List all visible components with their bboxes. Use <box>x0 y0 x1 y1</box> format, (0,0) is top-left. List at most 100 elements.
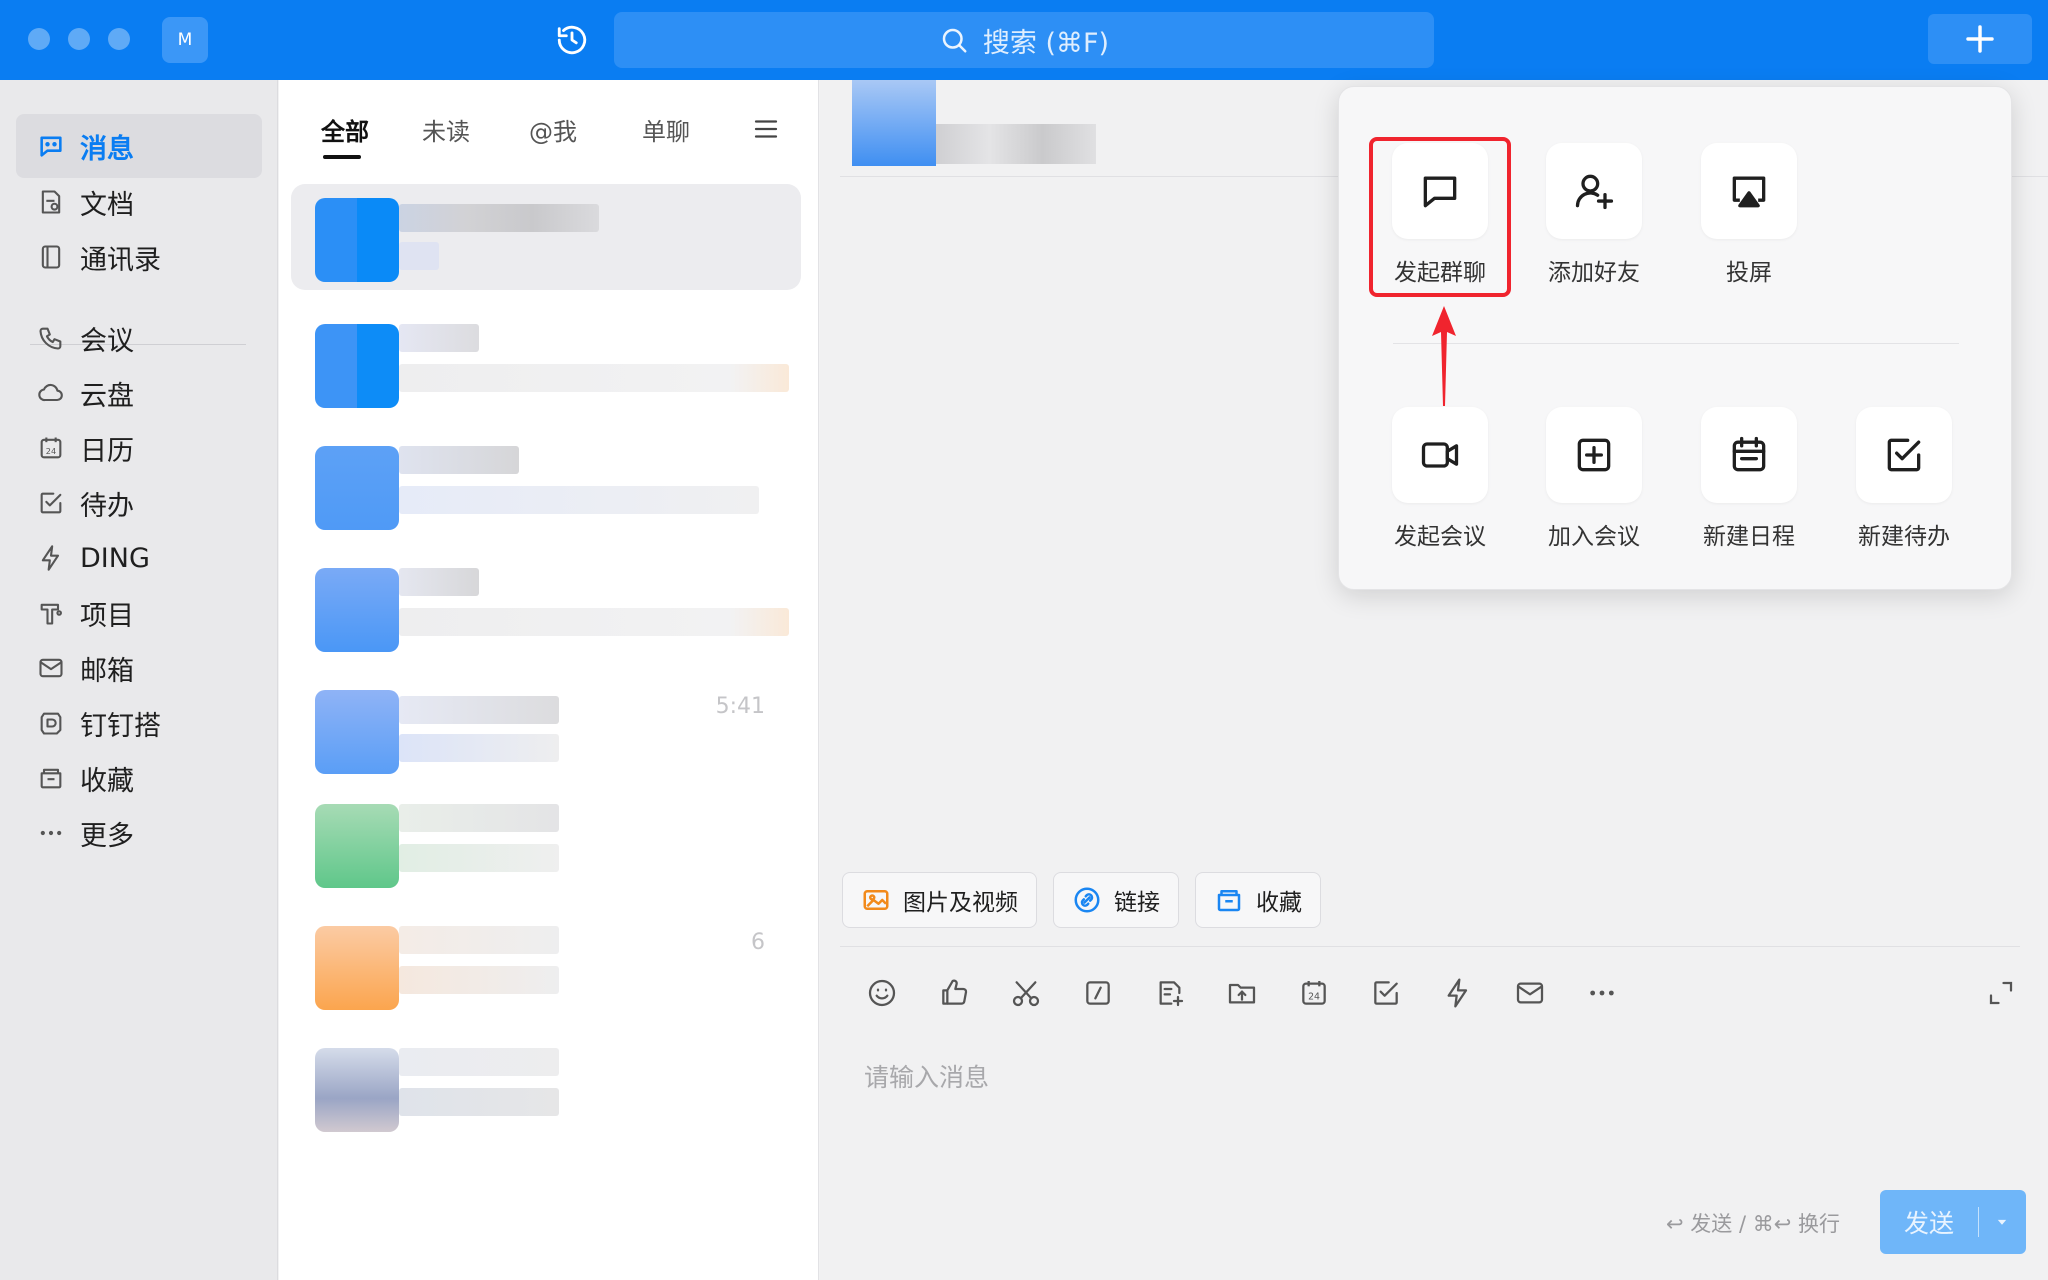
message-time: 5:41 <box>715 694 765 719</box>
schedule-button[interactable]: 24 <box>1292 970 1336 1016</box>
new-doc-button[interactable] <box>1148 970 1192 1016</box>
chat-header-title <box>936 124 1096 164</box>
tab-all[interactable]: 全部 <box>321 112 369 147</box>
sidebar-item-label: 更多 <box>80 820 134 852</box>
more-tools-button[interactable] <box>1580 970 1624 1016</box>
avatar <box>315 198 399 282</box>
calendar-24-icon: 24 <box>1302 981 1326 1005</box>
chat-header-avatar <box>852 80 936 166</box>
popup-item-label: 投屏 <box>1726 260 1772 286</box>
check-square-icon <box>1374 981 1398 1005</box>
sidebar-item-contacts[interactable]: 通讯录 <box>16 225 262 289</box>
sidebar-item-label: 项目 <box>80 600 134 632</box>
expand-composer-button[interactable] <box>1978 970 2024 1016</box>
cloud-icon <box>36 378 66 408</box>
message-input[interactable]: 请输入消息 <box>864 1058 989 1094</box>
thumbs-up-icon <box>942 979 968 1005</box>
dingda-icon <box>36 708 66 738</box>
link-icon <box>1072 885 1102 915</box>
svg-text:24: 24 <box>1308 992 1320 1003</box>
avatar <box>315 804 399 888</box>
calendar-icon: 24 <box>36 433 66 463</box>
tab-direct[interactable]: 单聊 <box>642 112 690 147</box>
search-placeholder: 搜索 (⌘F) <box>982 27 1110 59</box>
popup-item-label: 新建待办 <box>1858 524 1950 550</box>
list-item[interactable] <box>291 1034 801 1140</box>
popup-divider <box>1393 343 1959 344</box>
send-shortcut-hint: ↩ 发送 / ⌘↩ 换行 <box>1666 1212 1840 1236</box>
search-bar[interactable]: 搜索 (⌘F) <box>614 12 1434 68</box>
mail-icon <box>1516 982 1544 1004</box>
project-icon <box>36 598 66 628</box>
screen-cast-icon <box>1701 143 1797 239</box>
conversation-tabs: 全部 未读 @我 单聊 <box>279 80 819 160</box>
title-bar: M 搜索 (⌘F) <box>0 0 2048 80</box>
add-friend-button[interactable]: 添加好友 <box>1529 143 1659 287</box>
join-meeting-button[interactable]: 加入会议 <box>1529 407 1659 551</box>
sidebar-item-more[interactable]: 更多 <box>16 801 262 865</box>
chip-links[interactable]: 链接 <box>1053 872 1179 928</box>
upload-file-button[interactable] <box>1220 970 1264 1016</box>
avatar <box>315 690 399 774</box>
sidebar-item-label: DING <box>80 542 150 574</box>
send-button[interactable]: 发送 <box>1880 1190 2026 1254</box>
todo-button[interactable] <box>1364 970 1408 1016</box>
favorites-icon <box>36 763 66 793</box>
sidebar-item-label: 邮箱 <box>80 655 134 687</box>
list-item[interactable]: 6 <box>291 912 801 1018</box>
new-schedule-button[interactable]: 新建日程 <box>1684 407 1814 551</box>
window-minimize-button[interactable] <box>68 28 90 50</box>
list-item[interactable] <box>291 432 801 538</box>
search-icon <box>939 25 969 55</box>
mail-button[interactable] <box>1508 970 1552 1016</box>
list-item[interactable] <box>291 554 801 660</box>
list-item[interactable]: 5:41 <box>291 676 801 782</box>
popup-item-label: 添加好友 <box>1548 260 1640 286</box>
list-menu-icon[interactable] <box>751 114 781 148</box>
ding-button[interactable] <box>1436 970 1480 1016</box>
tab-unread[interactable]: 未读 <box>422 112 470 147</box>
sidebar-item-label: 待办 <box>80 490 134 522</box>
sidebar-item-messages[interactable]: 消息 <box>16 114 262 178</box>
window-close-button[interactable] <box>28 28 50 50</box>
scissors-icon <box>1012 981 1040 1007</box>
chip-images-videos[interactable]: 图片及视频 <box>842 872 1037 928</box>
like-button[interactable] <box>932 970 976 1016</box>
chip-label: 图片及视频 <box>903 890 1018 916</box>
list-item[interactable] <box>291 184 801 290</box>
tab-mentions[interactable]: @我 <box>529 112 577 147</box>
window-zoom-button[interactable] <box>108 28 130 50</box>
document-icon <box>36 187 66 217</box>
input-divider <box>840 946 2020 947</box>
screenshot-button[interactable] <box>1004 970 1048 1016</box>
user-avatar[interactable]: M <box>162 17 208 63</box>
tab-active-indicator <box>323 155 361 159</box>
svg-text:24: 24 <box>46 446 56 456</box>
popup-item-label: 发起会议 <box>1394 524 1486 550</box>
message-icon <box>36 131 66 161</box>
lightning-icon <box>36 543 66 573</box>
expand-icon <box>1989 981 2013 1005</box>
start-meeting-button[interactable]: 发起会议 <box>1375 407 1505 551</box>
emoji-button[interactable] <box>860 970 904 1016</box>
avatar-initial: M <box>177 30 193 50</box>
sidebar-item-label: 收藏 <box>80 765 134 797</box>
list-item[interactable] <box>291 310 801 416</box>
sidebar-item-label: 文档 <box>80 189 134 221</box>
screen-cast-button[interactable]: 投屏 <box>1684 143 1814 287</box>
doc-add-icon <box>1159 981 1184 1007</box>
chip-favorites[interactable]: 收藏 <box>1195 872 1321 928</box>
command-button[interactable] <box>1076 970 1120 1016</box>
favorites-folder-icon <box>1214 885 1244 915</box>
quick-chips: 图片及视频 链接 收藏 <box>842 872 1337 928</box>
send-options-chevron-icon[interactable] <box>1979 1215 2025 1229</box>
new-todo-button[interactable]: 新建待办 <box>1839 407 1969 551</box>
more-icon <box>36 818 66 848</box>
avatar <box>315 1048 399 1132</box>
slash-icon <box>1086 981 1110 1005</box>
history-button[interactable] <box>552 20 592 60</box>
image-icon <box>861 885 891 915</box>
list-item[interactable] <box>291 790 801 896</box>
create-plus-button[interactable] <box>1928 14 2032 64</box>
chip-label: 收藏 <box>1256 890 1302 916</box>
